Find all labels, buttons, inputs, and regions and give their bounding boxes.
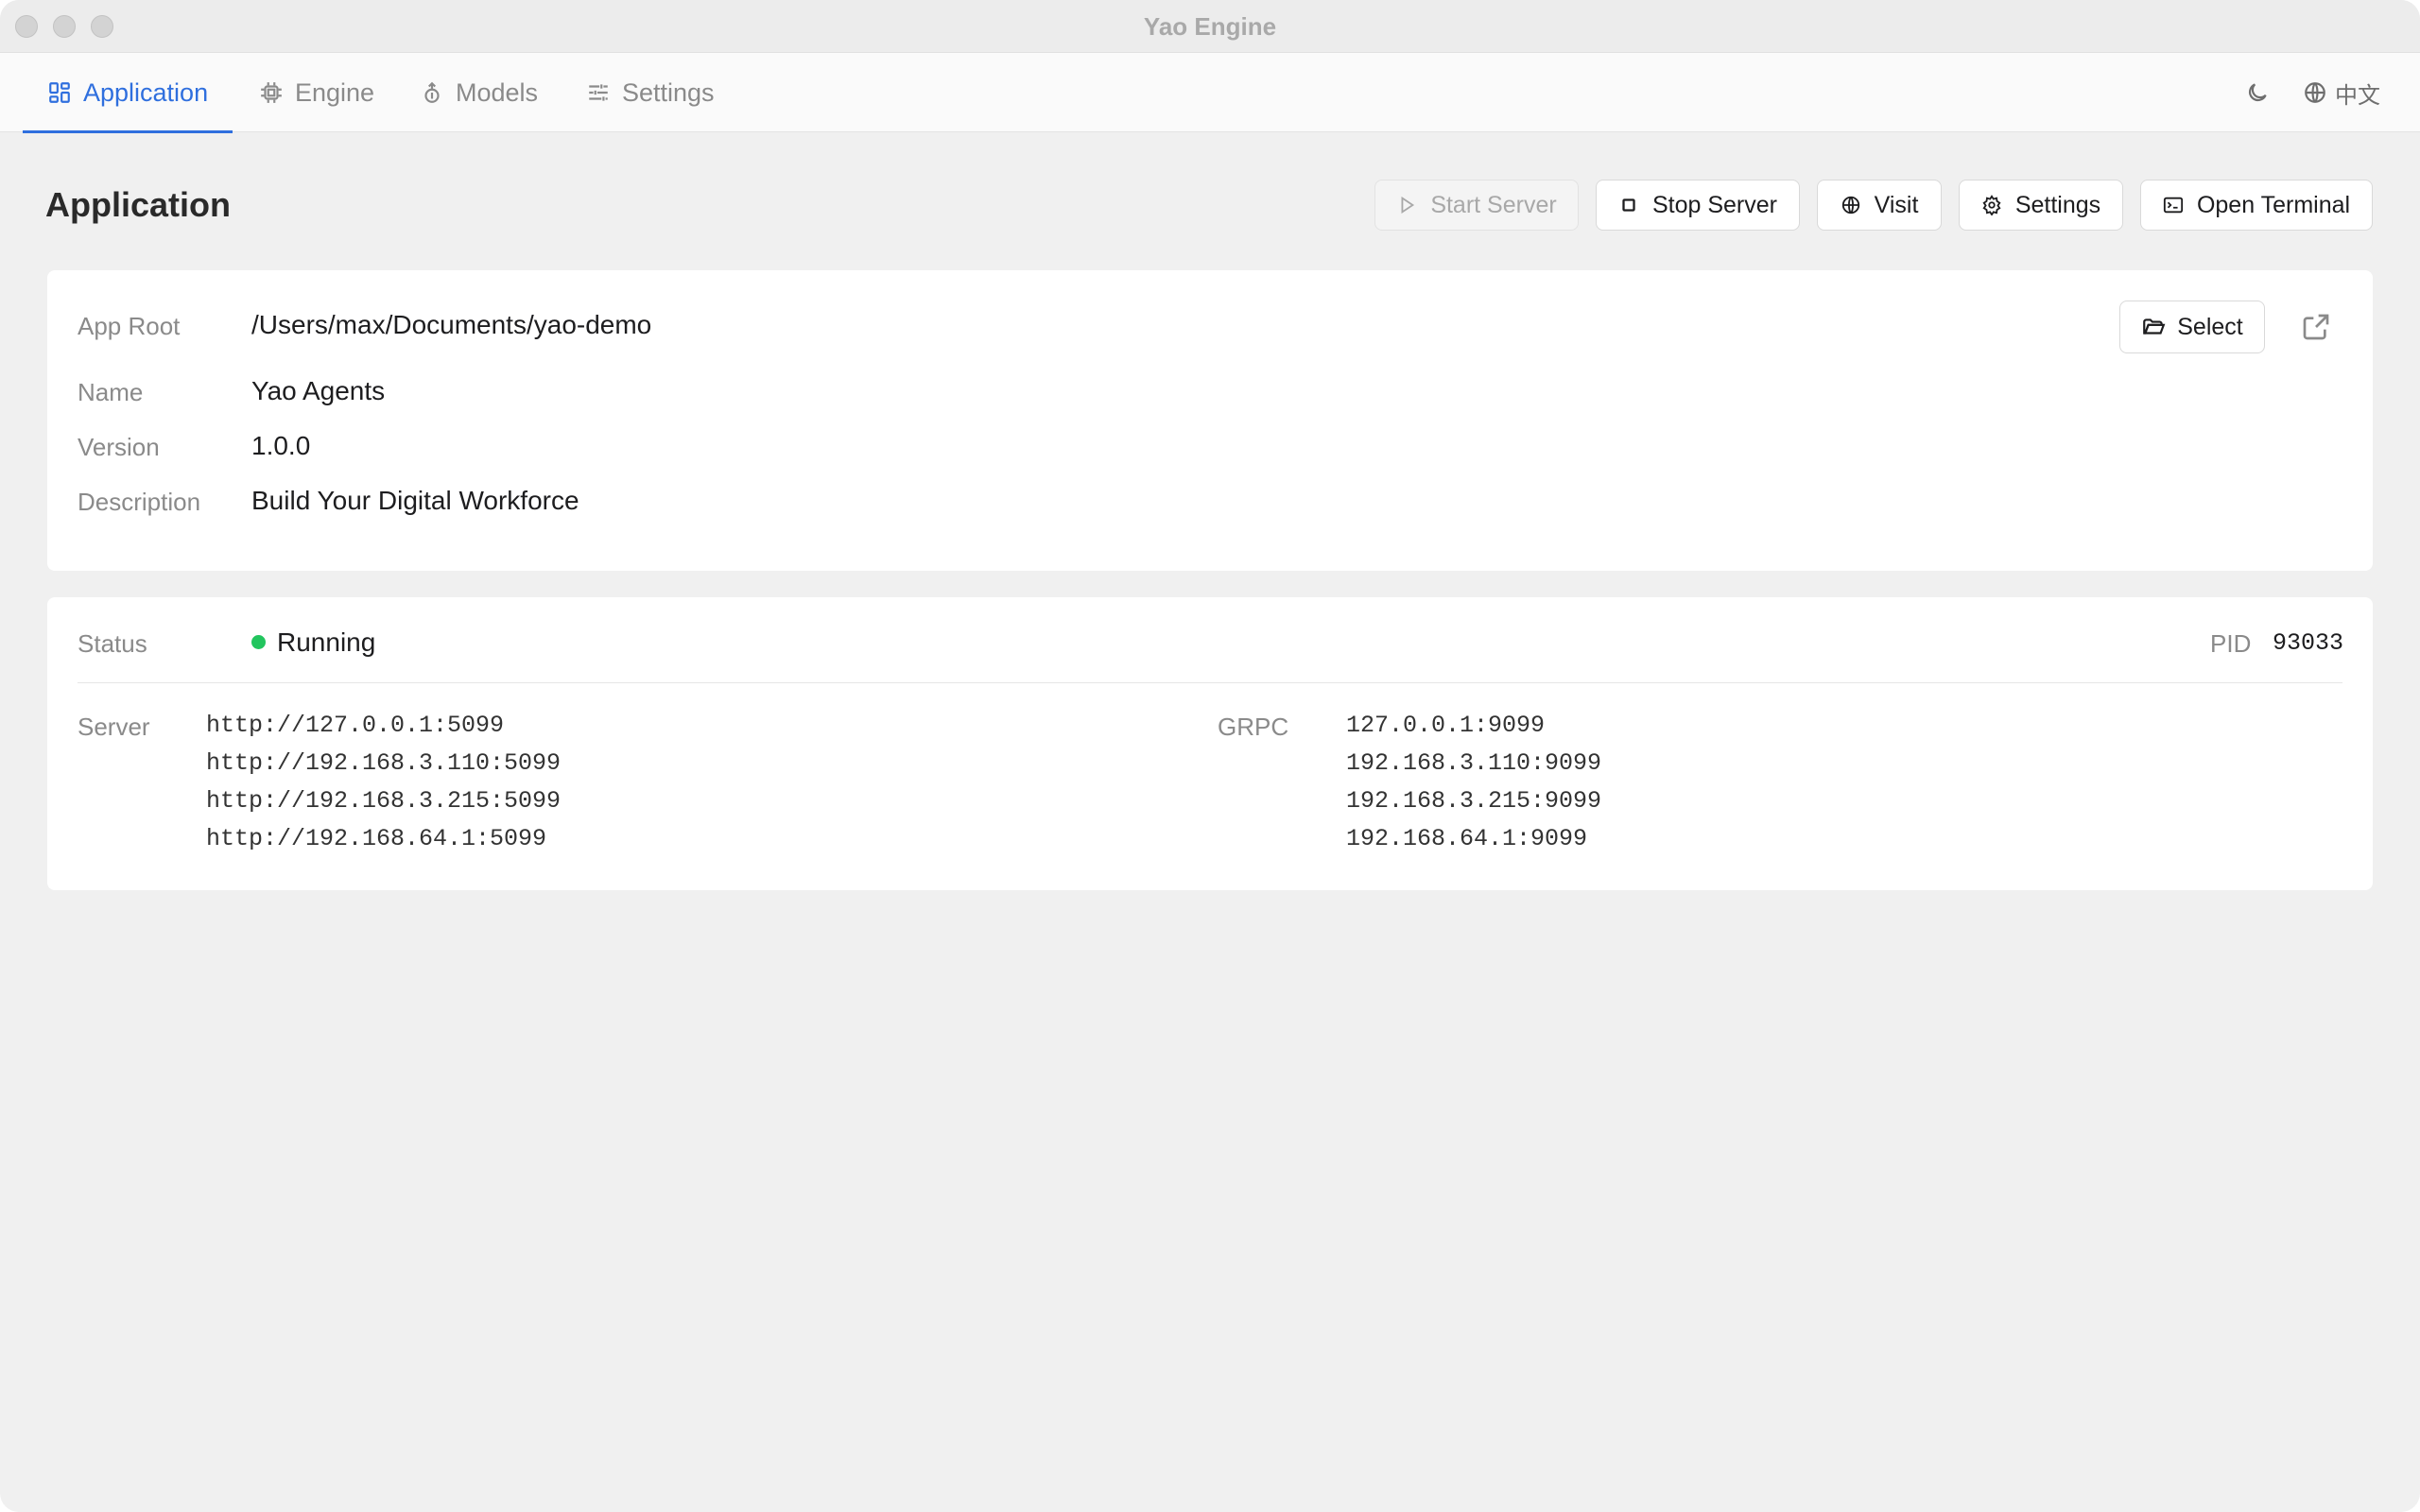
open-terminal-label: Open Terminal: [2196, 191, 2351, 218]
server-address[interactable]: http://192.168.3.215:5099: [206, 782, 561, 820]
start-server-button[interactable]: Start Server: [1374, 180, 1579, 231]
status-dot: [251, 635, 266, 650]
folder-open-icon: [2143, 318, 2166, 335]
tab-label: Models: [456, 77, 539, 107]
divider: [78, 682, 2342, 683]
version-value: 1.0.0: [251, 431, 311, 460]
start-server-label: Start Server: [1430, 191, 1557, 218]
server-address[interactable]: http://127.0.0.1:5099: [206, 707, 561, 745]
gear-icon: [1982, 195, 2001, 215]
terminal-icon: [2163, 197, 2184, 214]
dashboard-grid-icon: [49, 82, 70, 103]
settings-label: Settings: [2014, 191, 2101, 218]
grpc-address-list: 127.0.0.1:9099 192.168.3.110:9099 192.16…: [1346, 707, 1601, 858]
theme-toggle-button[interactable]: [2242, 77, 2273, 108]
status-value: Running: [277, 627, 376, 657]
tab-label: Application: [83, 77, 209, 107]
name-value: Yao Agents: [251, 376, 386, 405]
visit-label: Visit: [1874, 191, 1919, 218]
status-indicator: Running: [251, 627, 375, 658]
window-title: Yao Engine: [1143, 12, 1277, 41]
app-root-value: /Users/max/Documents/yao-demo: [251, 310, 652, 339]
external-link-icon[interactable]: [2301, 312, 2331, 342]
name-label: Name: [78, 378, 144, 406]
tab-engine[interactable]: Engine: [259, 53, 374, 132]
version-label: Version: [78, 433, 160, 461]
grpc-address: 192.168.3.110:9099: [1346, 749, 1602, 777]
language-label: 中文: [2335, 82, 2380, 109]
model-cube-icon: [424, 81, 440, 103]
globe-icon: [1841, 196, 1859, 215]
description-value: Build Your Digital Workforce: [251, 486, 579, 515]
pid-value: 93033: [2273, 629, 2344, 657]
server-address-list: http://127.0.0.1:5099 http://192.168.3.1…: [206, 707, 561, 858]
settings-button[interactable]: Settings: [1959, 180, 2123, 231]
select-folder-button[interactable]: Select: [2119, 301, 2265, 353]
select-label: Select: [2177, 313, 2243, 340]
moon-icon: [2248, 83, 2267, 102]
cpu-chip-icon: [261, 82, 282, 103]
title-bar: Yao Engine: [0, 0, 2420, 53]
globe-icon: [2305, 82, 2325, 103]
server-address[interactable]: http://192.168.3.110:5099: [206, 745, 561, 782]
grpc-label: GRPC: [1218, 713, 1289, 741]
tab-application[interactable]: Application: [22, 53, 233, 133]
server-status-card: Status Running PID 93033 Server http://1…: [47, 597, 2373, 890]
stop-server-label: Stop Server: [1651, 191, 1777, 218]
server-label: Server: [78, 713, 150, 741]
grpc-address: 127.0.0.1:9099: [1346, 712, 1546, 739]
tab-label: Settings: [622, 77, 715, 107]
sliders-icon: [589, 84, 608, 101]
app-root-label: App Root: [78, 312, 181, 340]
tab-label: Engine: [295, 77, 375, 107]
grpc-address: 192.168.64.1:9099: [1346, 825, 1588, 852]
page-title: Application: [45, 185, 231, 224]
tab-settings[interactable]: Settings: [586, 53, 715, 132]
language-toggle-button[interactable]: 中文: [2303, 74, 2380, 112]
stop-server-button[interactable]: Stop Server: [1596, 180, 1800, 231]
open-terminal-button[interactable]: Open Terminal: [2140, 180, 2373, 231]
status-label: Status: [78, 629, 147, 658]
pid-label: PID: [2210, 629, 2252, 658]
grpc-address: 192.168.3.215:9099: [1346, 787, 1602, 815]
tab-bar: Application Engine Models Settings: [0, 53, 2420, 133]
visit-button[interactable]: Visit: [1817, 180, 1942, 231]
app-info-card: App Root /Users/max/Documents/yao-demo S…: [47, 270, 2373, 571]
tab-models[interactable]: Models: [420, 53, 538, 132]
stop-square-icon: [1622, 198, 1635, 212]
description-label: Description: [78, 488, 201, 516]
app-window: Yao Engine Application Engine Models Set…: [0, 0, 2420, 1512]
play-icon: [1401, 196, 1415, 215]
server-address[interactable]: http://192.168.64.1:5099: [206, 820, 561, 858]
